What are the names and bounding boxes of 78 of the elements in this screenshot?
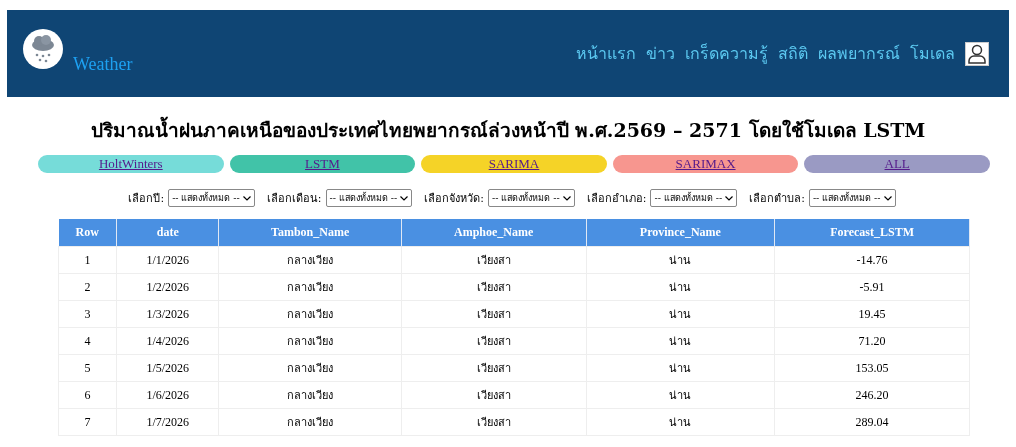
table-cell: เวียงสา [401, 300, 586, 328]
nav-link[interactable]: โมเดล [910, 41, 955, 66]
table-cell: น่าน [586, 273, 775, 301]
user-icon[interactable] [965, 41, 989, 66]
chevron-icon [400, 195, 409, 201]
filter-dropdown[interactable]: -- แสดงทั้งหมด -- [168, 189, 255, 207]
table-cell: 71.20 [774, 327, 970, 355]
column-header: Amphoe_Name [401, 219, 586, 247]
table-cell: 1/4/2026 [116, 327, 219, 355]
model-tab[interactable]: ALL [804, 155, 990, 173]
nav-link[interactable]: ข่าว [646, 41, 675, 66]
table-cell: 1/2/2026 [116, 273, 219, 301]
model-tab[interactable]: SARIMAX [612, 155, 799, 173]
chevron-icon [562, 195, 571, 201]
filter-label: เลือกอำเภอ: [586, 191, 647, 207]
column-header: Forecast_LSTM [774, 219, 970, 247]
table-cell: 5 [58, 354, 117, 382]
table-cell: กลางเวียง [218, 381, 402, 409]
table-cell: กลางเวียง [218, 354, 402, 382]
table-cell: 1/5/2026 [116, 354, 219, 382]
model-tab[interactable]: SARIMA [421, 155, 607, 173]
table-cell: 246.20 [774, 381, 970, 409]
table-cell: -5.91 [774, 273, 970, 301]
table-cell: กลางเวียง [218, 246, 402, 274]
table-cell: น่าน [586, 408, 775, 436]
filter-dropdown[interactable]: -- แสดงทั้งหมด -- [650, 189, 738, 207]
page-title: ปริมาณน้ำฝนภาคเหนือของประเทศไทยพยากรณ์ล่วงหน้าปี พ.ศ.2569 – 2571 โดยใช้โมเดล LSTM [0, 115, 1016, 145]
table-cell: น่าน [586, 246, 775, 274]
nav-link[interactable]: ผลพยากรณ์ [818, 41, 900, 66]
table-cell: 2 [58, 273, 117, 301]
table-cell: กลางเวียง [218, 300, 402, 328]
table-cell: 1 [58, 246, 117, 274]
chevron-icon [242, 195, 251, 201]
filter-label: เลือกเดือน: [266, 191, 322, 207]
filter-dropdown[interactable]: -- แสดงทั้งหมด -- [488, 189, 575, 207]
table-cell: กลางเวียง [218, 408, 402, 436]
table-cell: เวียงสา [401, 327, 586, 355]
table-cell: เวียงสา [401, 354, 586, 382]
table-cell: เวียงสา [401, 381, 586, 409]
rain-cloud-icon[interactable] [23, 28, 63, 69]
table-cell: 6 [58, 381, 117, 409]
chevron-icon [725, 195, 734, 201]
column-header: date [116, 219, 219, 247]
column-header: Row [58, 219, 117, 247]
filter-dropdown[interactable]: -- แสดงทั้งหมด -- [325, 189, 413, 207]
site-name[interactable]: Weather [73, 53, 133, 75]
nav-link[interactable]: หน้าแรก [576, 41, 636, 66]
nav-link[interactable]: สถิติ [778, 41, 808, 66]
chevron-icon [883, 195, 892, 201]
filter-label: เลือกตำบล: [749, 191, 805, 207]
table-cell: เวียงสา [401, 273, 586, 301]
model-tab[interactable]: HoltWinters [38, 155, 224, 173]
filter-label: เลือกจังหวัด: [424, 191, 484, 207]
table-cell: เวียงสา [401, 246, 586, 274]
table-cell: 1/1/2026 [116, 246, 219, 274]
table-cell: 19.45 [774, 300, 970, 328]
filter-label: เลือกปี: [128, 191, 165, 207]
table-cell: น่าน [586, 327, 775, 355]
table-cell: น่าน [586, 354, 775, 382]
column-header: Province_Name [586, 219, 775, 247]
table-cell: 7 [58, 408, 117, 436]
filter-dropdown[interactable]: -- แสดงทั้งหมด -- [808, 189, 896, 207]
table-cell: 1/3/2026 [116, 300, 219, 328]
table-cell: 153.05 [774, 354, 970, 382]
column-header: Tambon_Name [218, 219, 402, 247]
table-cell: 4 [58, 327, 117, 355]
table-cell: กลางเวียง [218, 273, 402, 301]
table-cell: น่าน [586, 381, 775, 409]
nav-link[interactable]: เกร็ดความรู้ [685, 41, 768, 66]
table-cell: น่าน [586, 300, 775, 328]
table-cell: 289.04 [774, 408, 970, 436]
model-tab[interactable]: LSTM [229, 155, 416, 173]
table-cell: กลางเวียง [218, 327, 402, 355]
table-cell: -14.76 [774, 246, 970, 274]
table-cell: 3 [58, 300, 117, 328]
table-cell: เวียงสา [401, 408, 586, 436]
table-cell: 1/6/2026 [116, 381, 219, 409]
table-cell: 1/7/2026 [116, 408, 219, 436]
